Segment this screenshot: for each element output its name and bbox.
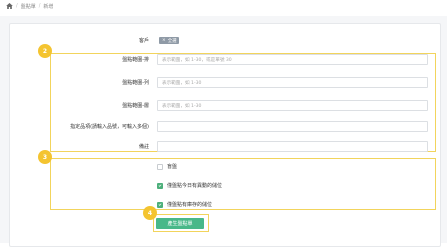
layer-range-input[interactable]: 表示範圍，如 1-30 — [157, 100, 428, 111]
home-icon[interactable] — [6, 3, 13, 9]
step-badge-3: 3 — [38, 150, 52, 164]
row-range-placeholder: 表示範圍，如 1-30，或是單號 30 — [162, 57, 232, 63]
option-has-stock[interactable]: 僅盤點有庫存的儲位 — [157, 201, 212, 208]
breadcrumb-item-inventory[interactable]: 盤點單 — [21, 3, 36, 10]
breadcrumb: / 盤點單 / 新增 — [6, 2, 53, 10]
check-icon — [158, 203, 162, 206]
checkbox-today-changed[interactable] — [157, 182, 163, 189]
option-today-changed[interactable]: 僅盤點今日有異動的儲位 — [157, 182, 222, 189]
row-range-label: 盤點範圍-排 — [122, 57, 149, 63]
step-badge-2: 2 — [38, 44, 52, 58]
check-icon — [158, 184, 162, 187]
option-label: 僅盤點有庫存的儲位 — [167, 202, 213, 208]
note-input[interactable] — [157, 141, 428, 152]
items-input[interactable] — [157, 121, 428, 132]
column-range-placeholder: 表示範圍，如 1-30 — [162, 80, 202, 86]
column-range-input[interactable]: 表示範圍，如 1-30 — [157, 77, 428, 88]
layer-range-label: 盤點範圍-層 — [122, 103, 149, 109]
column-range-label: 盤點範圍-列 — [122, 80, 149, 86]
breadcrumb-separator: / — [38, 3, 41, 9]
checkbox-has-stock[interactable] — [157, 201, 163, 208]
option-label: 僅盤點今日有異動的儲位 — [167, 183, 223, 189]
layer-range-placeholder: 表示範圍，如 1-30 — [162, 103, 202, 109]
plus-icon: × — [162, 38, 166, 43]
breadcrumb-item-new: 新增 — [43, 3, 54, 10]
checkbox-blind-count[interactable] — [157, 163, 163, 170]
row-range-input[interactable]: 表示範圍，如 1-30，或是單號 30 — [157, 54, 428, 65]
generate-count-sheet-button[interactable]: 產生盤點單 — [156, 218, 204, 229]
note-label: 備註 — [138, 144, 149, 150]
step-badge-4: 4 — [143, 206, 157, 220]
customer-label: 客戶 — [138, 38, 149, 44]
option-blind-count[interactable]: 盲盤 — [157, 163, 177, 170]
customer-chip[interactable]: × 全選 — [159, 37, 180, 44]
option-label: 盲盤 — [167, 164, 178, 170]
highlight-box-options — [50, 158, 436, 210]
customer-chip-label: 全選 — [167, 38, 177, 44]
items-label: 指定品項(請輸入品號，可輸入多個) — [70, 124, 149, 130]
breadcrumb-separator: / — [16, 3, 18, 9]
